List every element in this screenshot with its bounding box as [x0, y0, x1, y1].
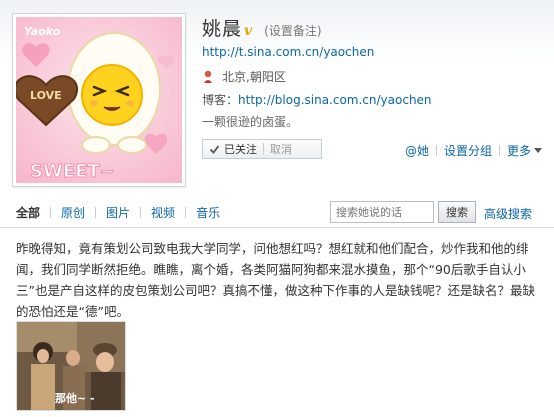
svg-text:LOVE: LOVE — [30, 89, 62, 102]
followed-label: 已关注 — [224, 143, 257, 156]
more-label: 更多 — [506, 144, 531, 158]
image-caption: 那他~ - — [55, 391, 95, 405]
location-text: 北京,朝阳区 — [222, 70, 286, 84]
at-her-link[interactable]: @她 — [405, 142, 429, 159]
user-name: 姚晨 — [202, 18, 243, 40]
tab-music[interactable]: 音乐 — [196, 204, 220, 221]
follow-divider — [263, 143, 264, 155]
feed-tabs: 全部 原创 图片 视频 音乐 — [16, 204, 220, 221]
avatar[interactable]: Yaoko LOVE SWEET~ — [12, 13, 186, 187]
set-remark-link[interactable]: (设置备注) — [264, 22, 321, 39]
unfollow-button[interactable]: 取消 — [270, 141, 292, 157]
tab-original[interactable]: 原创 — [61, 204, 85, 221]
post-image: 那他~ - — [17, 322, 125, 410]
bio-text: 一颗很逊的卤蛋。 — [202, 115, 299, 129]
more-dropdown[interactable]: 更多 — [507, 142, 542, 159]
search-button[interactable]: 搜索 — [438, 201, 476, 223]
profile-name-row: 姚晨 v (设置备注) — [202, 14, 322, 40]
tab-all[interactable]: 全部 — [16, 204, 40, 221]
post-image-thumbnail[interactable]: 那他~ - — [16, 321, 126, 411]
profile-url-link[interactable]: http://t.sina.com.cn/yaochen — [202, 45, 374, 59]
verified-badge-icon: v — [244, 23, 253, 39]
follow-status-box: 已关注 取消 — [202, 139, 322, 159]
profile-actions: @她 设置分组 更多 — [405, 142, 542, 159]
check-icon — [209, 144, 220, 154]
feed-tabs-bar: 全部 原创 图片 视频 音乐 搜索 高级搜索 — [0, 192, 554, 228]
blog-row: 博客：http://blog.sina.com.cn/yaochen — [202, 91, 432, 108]
tab-videos[interactable]: 视频 — [151, 204, 175, 221]
search-input[interactable] — [330, 201, 434, 223]
weibo-profile-page: Yaoko LOVE SWEET~ 姚晨 v (设置备注) http://t.s… — [0, 0, 554, 417]
tab-divider — [140, 207, 142, 218]
tab-divider — [95, 207, 97, 218]
tab-divider — [50, 207, 52, 218]
set-group-link[interactable]: 设置分组 — [444, 142, 492, 159]
chevron-down-icon — [534, 148, 542, 153]
advanced-search-link[interactable]: 高级搜索 — [484, 205, 532, 222]
blog-url-link[interactable]: http://blog.sina.com.cn/yaochen — [238, 93, 432, 107]
avatar-image: Yaoko LOVE SWEET~ — [16, 17, 182, 183]
actions-divider — [498, 145, 500, 156]
location-row: 北京,朝阳区 — [202, 68, 286, 85]
followed-status: 已关注 — [203, 141, 257, 157]
tab-pictures[interactable]: 图片 — [106, 204, 130, 221]
blog-label: 博客： — [202, 93, 239, 107]
svg-text:Yaoko: Yaoko — [24, 25, 61, 38]
actions-divider — [435, 145, 437, 156]
svg-text:SWEET~: SWEET~ — [30, 161, 115, 182]
location-pin-icon — [204, 70, 212, 83]
post-text: 昨晚得知，竟有策划公司致电我大学同学，问他想红吗？想红就和他们配合，炒作我和他的… — [16, 241, 535, 319]
tab-divider — [185, 207, 187, 218]
